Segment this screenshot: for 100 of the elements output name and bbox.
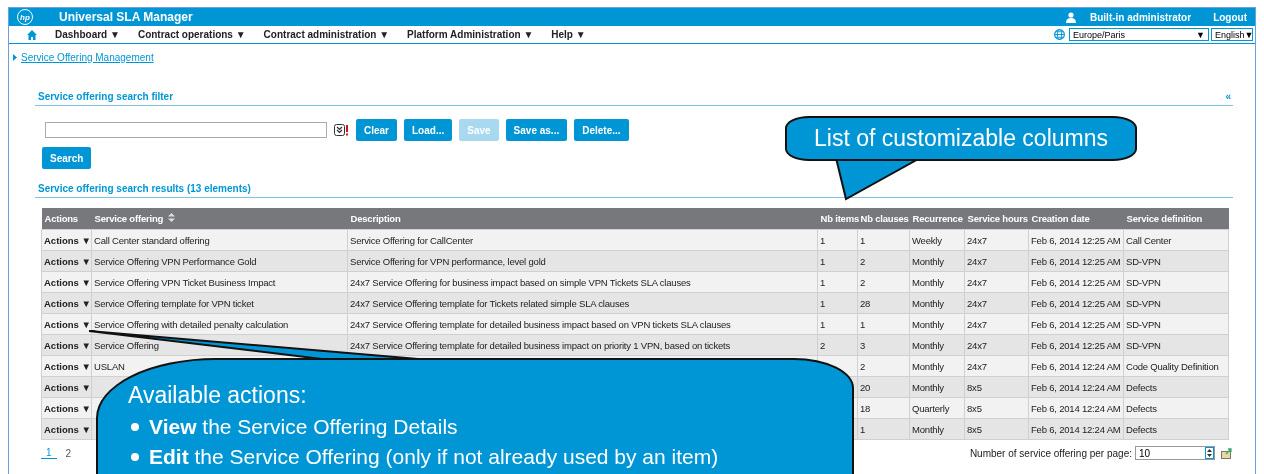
- table-cell: Feb 6, 2014 12:25 AM: [1031, 234, 1121, 246]
- filter-button[interactable]: Delete...: [574, 119, 629, 141]
- table-cell: Feb 6, 2014 12:25 AM: [1031, 255, 1121, 267]
- logout-link[interactable]: Logout: [1213, 11, 1247, 23]
- table-cell: Defects: [1126, 423, 1157, 435]
- column-header[interactable]: Service definition: [1123, 208, 1229, 230]
- column-header[interactable]: Description: [347, 208, 818, 230]
- nav-menu[interactable]: Dashboard ▼: [55, 29, 120, 40]
- nav-menu[interactable]: Platform Administration ▼: [407, 29, 534, 40]
- collapse-link[interactable]: «: [1225, 91, 1231, 102]
- timezone-select[interactable]: Europe/Paris ▼: [1069, 28, 1209, 41]
- table-cell: 1: [860, 234, 866, 246]
- app-title: Universal SLA Manager: [59, 10, 194, 24]
- nav-menu[interactable]: Contract operations ▼: [137, 29, 246, 40]
- column-header[interactable]: Service offering: [91, 208, 348, 230]
- filter-options-icon[interactable]: [334, 124, 349, 136]
- filter-button[interactable]: Save as...: [505, 119, 568, 141]
- callout-text: Edit the Service Offering (only if not already used by an item): [149, 445, 719, 469]
- table-cell: Monthly: [912, 339, 944, 351]
- table-cell: 3: [860, 339, 866, 351]
- table-cell: Feb 6, 2014 12:25 AM: [1031, 339, 1121, 351]
- table-cell: 24x7 Service Offering template for detailed business impact on priority 1 VPN, based on tickets: [350, 339, 731, 351]
- per-page-field[interactable]: 10: [1135, 446, 1215, 460]
- globe-icon: [1054, 29, 1065, 40]
- expand-arrow-icon: [13, 53, 17, 61]
- column-header[interactable]: Actions: [41, 208, 92, 230]
- filter-button[interactable]: Clear: [356, 119, 397, 141]
- user-icon: [1066, 11, 1076, 23]
- page-link[interactable]: 1: [41, 447, 57, 459]
- table-cell: SD-VPN: [1126, 276, 1161, 288]
- column-header[interactable]: Nb items: [817, 208, 858, 230]
- table-cell: 24x7 Service Offering template for Tickets related simple SLA clauses: [350, 297, 630, 309]
- callout-text: List of customizable columns: [814, 125, 1108, 152]
- table-cell: SD-VPN: [1126, 255, 1161, 267]
- column-header[interactable]: Service hours: [964, 208, 1029, 230]
- page-link[interactable]: 2: [60, 447, 77, 459]
- table-cell: 1: [860, 423, 866, 435]
- table-cell: Monthly: [912, 255, 944, 267]
- search-button[interactable]: Search: [42, 147, 92, 169]
- table-cell: Feb 6, 2014 12:24 AM: [1031, 402, 1121, 414]
- bullet-icon: [131, 453, 139, 461]
- table-cell: 1: [860, 318, 866, 330]
- table-cell: 20: [860, 381, 871, 393]
- table-cell: Feb 6, 2014 12:25 AM: [1031, 297, 1121, 309]
- table-cell: Service Offering VPN Ticket Business Impact: [94, 276, 276, 288]
- column-header[interactable]: Creation date: [1028, 208, 1124, 230]
- table-cell: Feb 6, 2014 12:25 AM: [1031, 276, 1121, 288]
- nav-menu[interactable]: Help ▼: [551, 29, 586, 40]
- table-cell: Monthly: [912, 423, 944, 435]
- table-cell: 2: [820, 339, 826, 351]
- table-cell: SD-VPN: [1126, 297, 1161, 309]
- table-cell: 8x5: [967, 381, 982, 393]
- callout-text: View the Service Offering Details: [149, 415, 458, 439]
- nav-menu[interactable]: Contract administration ▼: [263, 29, 390, 40]
- search-field[interactable]: [45, 122, 327, 138]
- table-cell: 24x7 Service Offering template for detailed business impact based on VPN tickets SLA clauses: [350, 318, 731, 330]
- table-cell: 8x5: [967, 423, 982, 435]
- table-cell: 2: [860, 360, 866, 372]
- language-select[interactable]: English▼: [1211, 28, 1253, 41]
- table-cell: Monthly: [912, 381, 944, 393]
- table-cell: SD-VPN: [1126, 339, 1161, 351]
- table-cell: Feb 6, 2014 12:24 AM: [1031, 423, 1121, 435]
- table-cell: 1: [820, 234, 826, 246]
- section-title: Service offering search filter: [38, 91, 174, 102]
- table-cell: Service Offering for CallCenter: [350, 234, 473, 246]
- table-cell: Defects: [1126, 402, 1157, 414]
- table-cell: Call Center: [1126, 234, 1172, 246]
- table-cell: Defects: [1126, 381, 1157, 393]
- column-header[interactable]: Recurrence: [909, 208, 965, 230]
- table-cell: Monthly: [912, 360, 944, 372]
- table-cell: 2: [860, 255, 866, 267]
- filter-button[interactable]: Load...: [404, 119, 453, 141]
- spinner-arrows-icon[interactable]: [1205, 447, 1214, 459]
- table-cell: Service Offering template for VPN ticket: [94, 297, 254, 309]
- table-cell: 1: [820, 255, 826, 267]
- table-cell: 28: [860, 297, 871, 309]
- table-cell: Monthly: [912, 318, 944, 330]
- table-cell: Monthly: [912, 297, 944, 309]
- table-cell: 1: [820, 318, 826, 330]
- section-title: Service offering search results (13 elements): [38, 183, 251, 194]
- table-cell: Feb 6, 2014 12:24 AM: [1031, 360, 1121, 372]
- table-cell: 1: [820, 276, 826, 288]
- table-cell: 24x7: [967, 276, 987, 288]
- callout-title: Available actions:: [128, 382, 308, 409]
- table-cell: 24x7: [967, 339, 987, 351]
- table-cell: Call Center standard offering: [94, 234, 210, 246]
- table-cell: Feb 6, 2014 12:24 AM: [1031, 381, 1121, 393]
- breadcrumb-link[interactable]: Service Offering Management: [21, 51, 154, 63]
- table-cell: 8x5: [967, 402, 982, 414]
- table-cell: SD-VPN: [1126, 318, 1161, 330]
- home-icon[interactable]: [27, 29, 37, 40]
- export-icon[interactable]: [1221, 447, 1233, 459]
- table-cell: 24x7 Service Offering for business impact based on simple VPN Tickets SLA clauses: [350, 276, 691, 288]
- table-cell: 24x7: [967, 318, 987, 330]
- table-cell: 2: [860, 276, 866, 288]
- table-cell: Service Offering VPN Performance Gold: [94, 255, 257, 267]
- table-cell: 24x7: [967, 234, 987, 246]
- table-cell: 24x7: [967, 360, 987, 372]
- user-name[interactable]: Built-in administrator: [1090, 11, 1192, 23]
- table-cell: Code Quality Definition: [1126, 360, 1219, 372]
